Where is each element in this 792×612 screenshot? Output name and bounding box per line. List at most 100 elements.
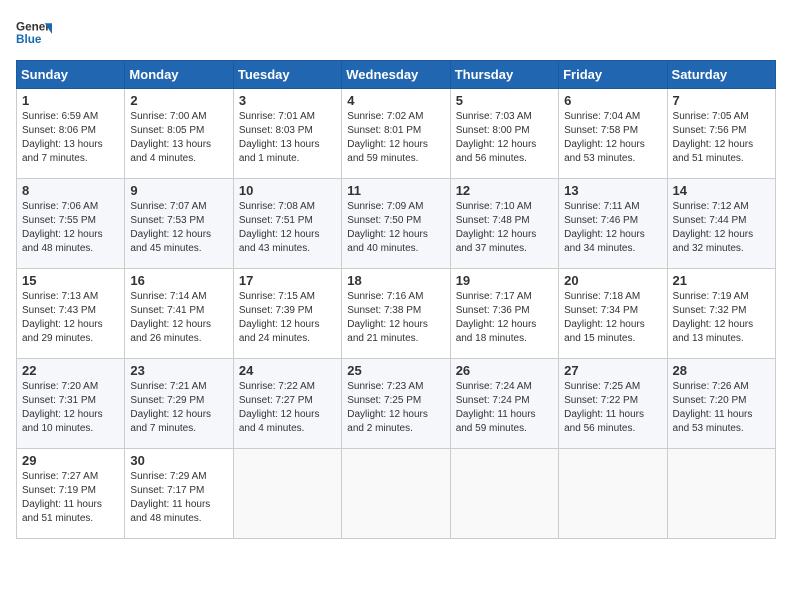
- calendar-cell: 9 Sunrise: 7:07 AM Sunset: 7:53 PM Dayli…: [125, 179, 233, 269]
- calendar-cell: 15 Sunrise: 7:13 AM Sunset: 7:43 PM Dayl…: [17, 269, 125, 359]
- sunrise: Sunrise: 7:09 AM: [347, 201, 423, 212]
- daylight: Daylight: 11 hours and 53 minutes.: [673, 409, 753, 434]
- day-number: 18: [347, 273, 444, 288]
- calendar-cell: 20 Sunrise: 7:18 AM Sunset: 7:34 PM Dayl…: [559, 269, 667, 359]
- daylight: Daylight: 11 hours and 51 minutes.: [22, 499, 102, 524]
- calendar-cell: 14 Sunrise: 7:12 AM Sunset: 7:44 PM Dayl…: [667, 179, 775, 269]
- calendar-cell: [559, 449, 667, 539]
- cell-content: Sunrise: 7:06 AM Sunset: 7:55 PM Dayligh…: [22, 200, 119, 256]
- sunrise: Sunrise: 7:15 AM: [239, 291, 315, 302]
- daylight: Daylight: 12 hours and 40 minutes.: [347, 229, 428, 254]
- day-number: 11: [347, 183, 444, 198]
- calendar-cell: [342, 449, 450, 539]
- calendar-cell: 27 Sunrise: 7:25 AM Sunset: 7:22 PM Dayl…: [559, 359, 667, 449]
- calendar-header-row: SundayMondayTuesdayWednesdayThursdayFrid…: [17, 61, 776, 89]
- daylight: Daylight: 12 hours and 13 minutes.: [673, 319, 754, 344]
- calendar-cell: [667, 449, 775, 539]
- calendar-cell: 17 Sunrise: 7:15 AM Sunset: 7:39 PM Dayl…: [233, 269, 341, 359]
- day-number: 13: [564, 183, 661, 198]
- calendar-cell: 16 Sunrise: 7:14 AM Sunset: 7:41 PM Dayl…: [125, 269, 233, 359]
- daylight: Daylight: 12 hours and 48 minutes.: [22, 229, 103, 254]
- cell-content: Sunrise: 7:24 AM Sunset: 7:24 PM Dayligh…: [456, 380, 553, 436]
- day-number: 9: [130, 183, 227, 198]
- sunset: Sunset: 7:27 PM: [239, 395, 313, 406]
- daylight: Daylight: 12 hours and 34 minutes.: [564, 229, 645, 254]
- daylight: Daylight: 12 hours and 45 minutes.: [130, 229, 211, 254]
- daylight: Daylight: 12 hours and 2 minutes.: [347, 409, 428, 434]
- day-number: 23: [130, 363, 227, 378]
- daylight: Daylight: 13 hours and 1 minute.: [239, 139, 320, 164]
- sunset: Sunset: 7:34 PM: [564, 305, 638, 316]
- logo: General Blue: [16, 16, 52, 52]
- cell-content: Sunrise: 7:09 AM Sunset: 7:50 PM Dayligh…: [347, 200, 444, 256]
- sunrise: Sunrise: 7:02 AM: [347, 111, 423, 122]
- day-number: 25: [347, 363, 444, 378]
- header-day-wednesday: Wednesday: [342, 61, 450, 89]
- sunrise: Sunrise: 7:19 AM: [673, 291, 749, 302]
- sunrise: Sunrise: 7:12 AM: [673, 201, 749, 212]
- calendar-cell: 2 Sunrise: 7:00 AM Sunset: 8:05 PM Dayli…: [125, 89, 233, 179]
- cell-content: Sunrise: 7:11 AM Sunset: 7:46 PM Dayligh…: [564, 200, 661, 256]
- sunset: Sunset: 7:53 PM: [130, 215, 204, 226]
- sunrise: Sunrise: 7:06 AM: [22, 201, 98, 212]
- page-header: General Blue: [16, 16, 776, 52]
- cell-content: Sunrise: 7:22 AM Sunset: 7:27 PM Dayligh…: [239, 380, 336, 436]
- sunset: Sunset: 7:56 PM: [673, 125, 747, 136]
- calendar-cell: [450, 449, 558, 539]
- sunrise: Sunrise: 7:07 AM: [130, 201, 206, 212]
- daylight: Daylight: 13 hours and 7 minutes.: [22, 139, 103, 164]
- sunrise: Sunrise: 7:13 AM: [22, 291, 98, 302]
- cell-content: Sunrise: 7:26 AM Sunset: 7:20 PM Dayligh…: [673, 380, 770, 436]
- cell-content: Sunrise: 7:20 AM Sunset: 7:31 PM Dayligh…: [22, 380, 119, 436]
- header-day-tuesday: Tuesday: [233, 61, 341, 89]
- day-number: 6: [564, 93, 661, 108]
- calendar-cell: 4 Sunrise: 7:02 AM Sunset: 8:01 PM Dayli…: [342, 89, 450, 179]
- sunrise: Sunrise: 7:20 AM: [22, 381, 98, 392]
- logo-icon: General Blue: [16, 16, 52, 52]
- cell-content: Sunrise: 7:29 AM Sunset: 7:17 PM Dayligh…: [130, 470, 227, 526]
- sunrise: Sunrise: 7:17 AM: [456, 291, 532, 302]
- calendar-table: SundayMondayTuesdayWednesdayThursdayFrid…: [16, 60, 776, 539]
- cell-content: Sunrise: 7:10 AM Sunset: 7:48 PM Dayligh…: [456, 200, 553, 256]
- day-number: 19: [456, 273, 553, 288]
- sunset: Sunset: 7:43 PM: [22, 305, 96, 316]
- sunrise: Sunrise: 7:25 AM: [564, 381, 640, 392]
- daylight: Daylight: 13 hours and 4 minutes.: [130, 139, 211, 164]
- sunrise: Sunrise: 7:05 AM: [673, 111, 749, 122]
- calendar-cell: [233, 449, 341, 539]
- day-number: 21: [673, 273, 770, 288]
- day-number: 1: [22, 93, 119, 108]
- sunrise: Sunrise: 7:23 AM: [347, 381, 423, 392]
- day-number: 4: [347, 93, 444, 108]
- cell-content: Sunrise: 7:16 AM Sunset: 7:38 PM Dayligh…: [347, 290, 444, 346]
- sunset: Sunset: 8:06 PM: [22, 125, 96, 136]
- cell-content: Sunrise: 7:12 AM Sunset: 7:44 PM Dayligh…: [673, 200, 770, 256]
- sunset: Sunset: 7:32 PM: [673, 305, 747, 316]
- calendar-cell: 18 Sunrise: 7:16 AM Sunset: 7:38 PM Dayl…: [342, 269, 450, 359]
- day-number: 28: [673, 363, 770, 378]
- daylight: Daylight: 11 hours and 59 minutes.: [456, 409, 536, 434]
- sunset: Sunset: 8:05 PM: [130, 125, 204, 136]
- cell-content: Sunrise: 7:01 AM Sunset: 8:03 PM Dayligh…: [239, 110, 336, 166]
- day-number: 20: [564, 273, 661, 288]
- sunset: Sunset: 7:55 PM: [22, 215, 96, 226]
- sunset: Sunset: 7:31 PM: [22, 395, 96, 406]
- daylight: Daylight: 12 hours and 18 minutes.: [456, 319, 537, 344]
- day-number: 3: [239, 93, 336, 108]
- cell-content: Sunrise: 7:07 AM Sunset: 7:53 PM Dayligh…: [130, 200, 227, 256]
- cell-content: Sunrise: 7:00 AM Sunset: 8:05 PM Dayligh…: [130, 110, 227, 166]
- calendar-cell: 26 Sunrise: 7:24 AM Sunset: 7:24 PM Dayl…: [450, 359, 558, 449]
- sunrise: Sunrise: 7:04 AM: [564, 111, 640, 122]
- day-number: 14: [673, 183, 770, 198]
- calendar-cell: 30 Sunrise: 7:29 AM Sunset: 7:17 PM Dayl…: [125, 449, 233, 539]
- day-number: 29: [22, 453, 119, 468]
- calendar-week-5: 29 Sunrise: 7:27 AM Sunset: 7:19 PM Dayl…: [17, 449, 776, 539]
- header-day-thursday: Thursday: [450, 61, 558, 89]
- cell-content: Sunrise: 7:23 AM Sunset: 7:25 PM Dayligh…: [347, 380, 444, 436]
- calendar-cell: 19 Sunrise: 7:17 AM Sunset: 7:36 PM Dayl…: [450, 269, 558, 359]
- calendar-cell: 21 Sunrise: 7:19 AM Sunset: 7:32 PM Dayl…: [667, 269, 775, 359]
- calendar-cell: 5 Sunrise: 7:03 AM Sunset: 8:00 PM Dayli…: [450, 89, 558, 179]
- cell-content: Sunrise: 7:04 AM Sunset: 7:58 PM Dayligh…: [564, 110, 661, 166]
- sunrise: Sunrise: 7:14 AM: [130, 291, 206, 302]
- sunrise: Sunrise: 7:00 AM: [130, 111, 206, 122]
